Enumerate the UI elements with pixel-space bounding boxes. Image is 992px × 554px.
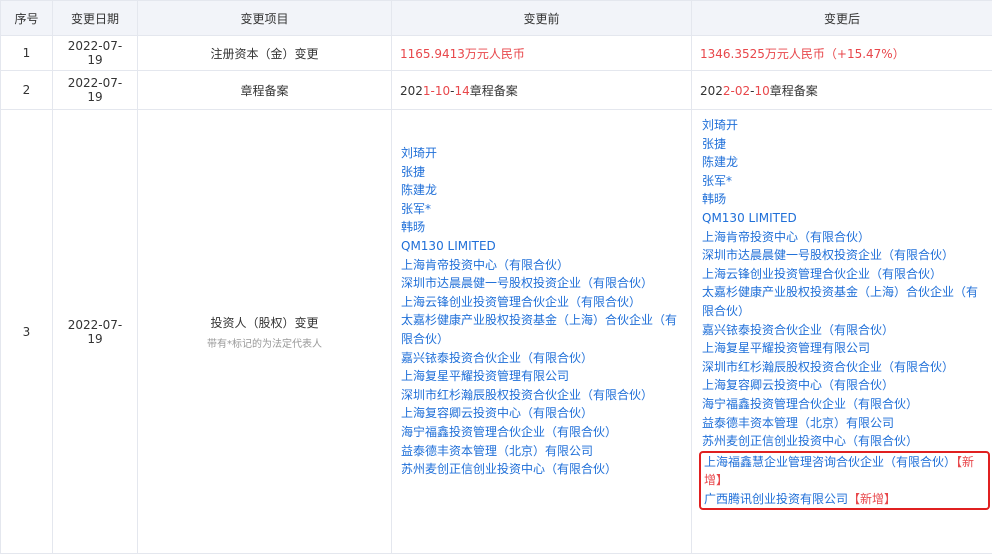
before-suffix: 章程备案 bbox=[470, 84, 518, 98]
investor-link[interactable]: 上海复星平耀投资管理有限公司 bbox=[702, 339, 984, 358]
row-item: 章程备案 bbox=[138, 71, 392, 110]
new-added-badge: 【新增】 bbox=[848, 492, 896, 506]
new-investors-highlight: 上海福鑫慧企业管理咨询合伙企业（有限合伙）【新增】广西腾讯创业投资有限公司【新增… bbox=[699, 451, 990, 511]
new-investor-item: 广西腾讯创业投资有限公司【新增】 bbox=[704, 490, 982, 509]
investor-link[interactable]: 韩旸 bbox=[401, 218, 683, 237]
header-item: 变更项目 bbox=[138, 1, 392, 36]
table-header-row: 序号 变更日期 变更项目 变更前 变更后 bbox=[1, 1, 992, 36]
row-date: 2022-07-19 bbox=[53, 36, 138, 71]
new-investor-item: 上海福鑫慧企业管理咨询合伙企业（有限合伙）【新增】 bbox=[704, 453, 982, 490]
investor-link[interactable]: 太嘉杉健康产业股权投资基金（上海）合伙企业（有限合伙） bbox=[702, 283, 984, 320]
after-date-changed-month: 2-02 bbox=[723, 84, 750, 98]
investor-link[interactable]: 益泰德丰资本管理（北京）有限公司 bbox=[702, 414, 984, 433]
table-row: 1 2022-07-19 注册资本（金）变更 1165.9413万元人民币 13… bbox=[1, 36, 992, 71]
investor-link[interactable]: 张军* bbox=[702, 172, 984, 191]
investor-link[interactable]: QM130 LIMITED bbox=[702, 209, 984, 228]
row-before-value: 2021-10-14章程备案 bbox=[392, 71, 692, 110]
investor-link[interactable]: 张捷 bbox=[702, 135, 984, 154]
header-seq: 序号 bbox=[1, 1, 53, 36]
table-row: 3 2022-07-19 投资人（股权）变更 带有*标记的为法定代表人 刘琦开张… bbox=[1, 110, 992, 554]
investor-link[interactable]: 陈建龙 bbox=[702, 153, 984, 172]
investor-link[interactable]: 刘琦开 bbox=[401, 144, 683, 163]
investor-link[interactable]: 上海云锋创业投资管理合伙企业（有限合伙） bbox=[702, 265, 984, 284]
row-after-value: 刘琦开张捷陈建龙张军*韩旸QM130 LIMITED上海肯帝投资中心（有限合伙）… bbox=[692, 110, 992, 554]
investor-link[interactable]: 海宁福鑫投资管理合伙企业（有限合伙） bbox=[401, 423, 683, 442]
investor-list-before: 刘琦开张捷陈建龙张军*韩旸QM130 LIMITED上海肯帝投资中心（有限合伙）… bbox=[401, 144, 683, 479]
row-seq: 2 bbox=[1, 71, 53, 110]
investor-link[interactable]: 海宁福鑫投资管理合伙企业（有限合伙） bbox=[702, 395, 984, 414]
header-before: 变更前 bbox=[392, 1, 692, 36]
after-date-prefix: 202 bbox=[700, 84, 723, 98]
row-date: 2022-07-19 bbox=[53, 110, 138, 554]
row-after-value: 2022-02-10章程备案 bbox=[692, 71, 992, 110]
header-after: 变更后 bbox=[692, 1, 992, 36]
table-row: 2 2022-07-19 章程备案 2021-10-14章程备案 2022-02… bbox=[1, 71, 992, 110]
investor-link[interactable]: 上海复星平耀投资管理有限公司 bbox=[401, 367, 683, 386]
investor-link[interactable]: 韩旸 bbox=[702, 190, 984, 209]
header-date: 变更日期 bbox=[53, 1, 138, 36]
investor-link[interactable]: 上海福鑫慧企业管理咨询合伙企业（有限合伙） bbox=[704, 455, 956, 469]
investor-link[interactable]: 深圳市红杉瀚辰股权投资合伙企业（有限合伙） bbox=[401, 386, 683, 405]
investor-link[interactable]: 上海云锋创业投资管理合伙企业（有限合伙） bbox=[401, 293, 683, 312]
row-seq: 1 bbox=[1, 36, 53, 71]
row-date: 2022-07-19 bbox=[53, 71, 138, 110]
row-after-value: 1346.3525万元人民币（+15.47%） bbox=[692, 36, 992, 71]
investor-link[interactable]: 太嘉杉健康产业股权投资基金（上海）合伙企业（有限合伙） bbox=[401, 311, 683, 348]
investor-link[interactable]: 上海复容卿云投资中心（有限合伙） bbox=[702, 376, 984, 395]
investor-link[interactable]: 陈建龙 bbox=[401, 181, 683, 200]
after-date-changed-day: 10 bbox=[754, 84, 769, 98]
investor-link[interactable]: 张捷 bbox=[401, 163, 683, 182]
after-suffix: 章程备案 bbox=[770, 84, 818, 98]
investor-link[interactable]: 刘琦开 bbox=[702, 116, 984, 135]
investor-link[interactable]: 深圳市达晨晨健一号股权投资企业（有限合伙） bbox=[401, 274, 683, 293]
legal-rep-note: 带有*标记的为法定代表人 bbox=[146, 335, 383, 350]
row-item: 注册资本（金）变更 bbox=[138, 36, 392, 71]
row-item-cell: 投资人（股权）变更 带有*标记的为法定代表人 bbox=[138, 110, 392, 554]
investor-link[interactable]: QM130 LIMITED bbox=[401, 237, 683, 256]
row-seq: 3 bbox=[1, 110, 53, 554]
investor-link[interactable]: 上海肯帝投资中心（有限合伙） bbox=[702, 228, 984, 247]
investor-link[interactable]: 嘉兴铱泰投资合伙企业（有限合伙） bbox=[401, 349, 683, 368]
investor-link[interactable]: 益泰德丰资本管理（北京）有限公司 bbox=[401, 442, 683, 461]
row-before-value: 刘琦开张捷陈建龙张军*韩旸QM130 LIMITED上海肯帝投资中心（有限合伙）… bbox=[392, 110, 692, 554]
investor-link[interactable]: 深圳市达晨晨健一号股权投资企业（有限合伙） bbox=[702, 246, 984, 265]
investor-list-after: 刘琦开张捷陈建龙张军*韩旸QM130 LIMITED上海肯帝投资中心（有限合伙）… bbox=[702, 116, 984, 451]
investor-link[interactable]: 上海肯帝投资中心（有限合伙） bbox=[401, 256, 683, 275]
investor-link[interactable]: 深圳市红杉瀚辰股权投资合伙企业（有限合伙） bbox=[702, 358, 984, 377]
investor-link[interactable]: 张军* bbox=[401, 200, 683, 219]
investor-link[interactable]: 上海复容卿云投资中心（有限合伙） bbox=[401, 404, 683, 423]
row-before-value: 1165.9413万元人民币 bbox=[392, 36, 692, 71]
investor-link[interactable]: 苏州麦创正信创业投资中心（有限合伙） bbox=[702, 432, 984, 451]
change-record-table: 序号 变更日期 变更项目 变更前 变更后 1 2022-07-19 注册资本（金… bbox=[0, 0, 992, 554]
investor-link[interactable]: 广西腾讯创业投资有限公司 bbox=[704, 492, 848, 506]
investor-link[interactable]: 苏州麦创正信创业投资中心（有限合伙） bbox=[401, 460, 683, 479]
row-item: 投资人（股权）变更 bbox=[146, 314, 383, 331]
before-date-prefix: 202 bbox=[400, 84, 423, 98]
before-date-changed-day: 14 bbox=[454, 84, 469, 98]
investor-link[interactable]: 嘉兴铱泰投资合伙企业（有限合伙） bbox=[702, 321, 984, 340]
before-date-changed-month: 1-10 bbox=[423, 84, 450, 98]
